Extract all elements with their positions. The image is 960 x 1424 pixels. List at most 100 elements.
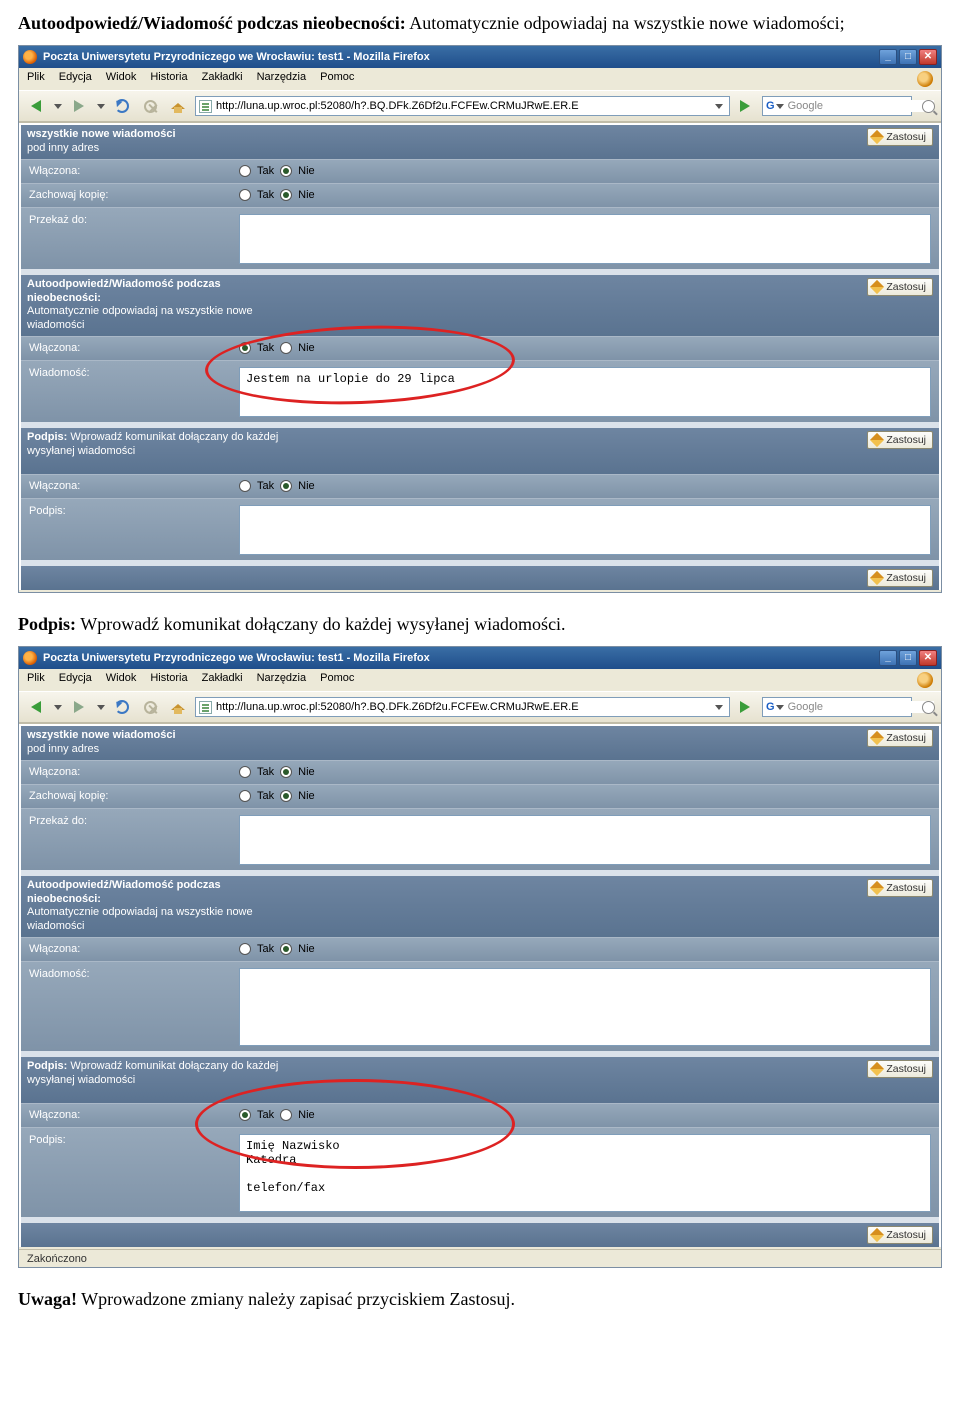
page-icon xyxy=(199,701,212,714)
radio-tak[interactable] xyxy=(239,480,251,492)
search-bar[interactable]: G xyxy=(762,697,912,717)
apply-button[interactable]: Zastosuj xyxy=(867,1226,933,1244)
forward-to-field[interactable] xyxy=(239,214,931,264)
radio-tak[interactable] xyxy=(239,943,251,955)
reload-button[interactable] xyxy=(111,696,133,718)
radio-tak[interactable] xyxy=(239,1109,251,1121)
back-button[interactable] xyxy=(25,696,47,718)
status-text: Zakończono xyxy=(27,1253,87,1265)
forward-enabled-radio[interactable]: Tak Nie xyxy=(239,165,315,177)
radio-nie[interactable] xyxy=(280,1109,292,1121)
menu-edycja[interactable]: Edycja xyxy=(59,71,92,87)
autoreply-enabled-radio[interactable]: Tak Nie xyxy=(239,342,315,354)
signature-field[interactable] xyxy=(239,505,931,555)
pencil-icon xyxy=(870,280,884,294)
signature-line3: telefon/fax xyxy=(246,1181,924,1195)
url-input[interactable] xyxy=(212,100,712,112)
radio-nie[interactable] xyxy=(280,480,292,492)
apply-button[interactable]: Zastosuj xyxy=(867,431,933,449)
address-bar[interactable] xyxy=(195,96,730,116)
forward-title: wszystkie nowe wiadomości xyxy=(27,729,176,743)
radio-nie[interactable] xyxy=(280,943,292,955)
close-button[interactable]: ✕ xyxy=(919,49,937,65)
maximize-button[interactable]: □ xyxy=(899,650,917,666)
stop-icon xyxy=(144,100,157,113)
menu-zakladki[interactable]: Zakładki xyxy=(202,672,243,688)
menu-pomoc[interactable]: Pomoc xyxy=(320,672,354,688)
radio-tak-label: Tak xyxy=(257,790,274,802)
signature-enabled-radio[interactable]: Tak Nie xyxy=(239,1109,315,1121)
stop-button[interactable] xyxy=(139,696,161,718)
menu-plik[interactable]: Plik xyxy=(27,71,45,87)
go-button[interactable] xyxy=(740,701,750,713)
signature-enabled-row: Włączona: Tak Nie xyxy=(21,1103,939,1127)
back-dropdown-icon[interactable] xyxy=(54,104,62,109)
search-engine-dropdown-icon[interactable] xyxy=(776,104,784,109)
apply-button[interactable]: Zastosuj xyxy=(867,1060,933,1078)
home-button[interactable] xyxy=(167,95,189,117)
search-engine-dropdown-icon[interactable] xyxy=(776,705,784,710)
keep-copy-radio[interactable]: Tak Nie xyxy=(239,189,315,201)
search-input[interactable] xyxy=(784,701,934,713)
menu-plik[interactable]: Plik xyxy=(27,672,45,688)
window-titlebar: Poczta Uniwersytetu Przyrodniczego we Wr… xyxy=(19,46,941,68)
autoreply-enabled-radio[interactable]: Tak Nie xyxy=(239,943,315,955)
menu-narzedzia[interactable]: Narzędzia xyxy=(257,672,307,688)
radio-nie[interactable] xyxy=(280,165,292,177)
address-dropdown-icon[interactable] xyxy=(715,705,723,710)
back-dropdown-icon[interactable] xyxy=(54,705,62,710)
apply-button[interactable]: Zastosuj xyxy=(867,128,933,146)
radio-tak[interactable] xyxy=(239,766,251,778)
radio-nie[interactable] xyxy=(280,342,292,354)
menu-widok[interactable]: Widok xyxy=(106,672,137,688)
forward-dropdown-icon[interactable] xyxy=(97,104,105,109)
apply-button[interactable]: Zastosuj xyxy=(867,278,933,296)
back-button[interactable] xyxy=(25,95,47,117)
apply-button[interactable]: Zastosuj xyxy=(867,569,933,587)
magnifier-icon[interactable] xyxy=(922,100,935,113)
radio-tak[interactable] xyxy=(239,165,251,177)
minimize-button[interactable]: _ xyxy=(879,49,897,65)
autoreply-enabled-row: Włączona: Tak Nie xyxy=(21,937,939,961)
address-dropdown-icon[interactable] xyxy=(715,104,723,109)
signature-enabled-radio[interactable]: Tak Nie xyxy=(239,480,315,492)
forward-dropdown-icon[interactable] xyxy=(97,705,105,710)
autoreply-message-field[interactable] xyxy=(239,968,931,1046)
radio-nie[interactable] xyxy=(280,189,292,201)
apply-button[interactable]: Zastosuj xyxy=(867,729,933,747)
radio-tak[interactable] xyxy=(239,342,251,354)
menu-historia[interactable]: Historia xyxy=(150,672,187,688)
menu-narzedzia[interactable]: Narzędzia xyxy=(257,71,307,87)
maximize-button[interactable]: □ xyxy=(899,49,917,65)
url-input[interactable] xyxy=(212,701,712,713)
reload-button[interactable] xyxy=(111,95,133,117)
label-przekaz: Przekaż do: xyxy=(29,214,239,226)
forward-to-field[interactable] xyxy=(239,815,931,865)
menu-widok[interactable]: Widok xyxy=(106,71,137,87)
address-bar[interactable] xyxy=(195,697,730,717)
menu-pomoc[interactable]: Pomoc xyxy=(320,71,354,87)
forward-enabled-radio[interactable]: Tak Nie xyxy=(239,766,315,778)
apply-button[interactable]: Zastosuj xyxy=(867,879,933,897)
footer-apply-row: Zastosuj xyxy=(21,566,939,590)
magnifier-icon[interactable] xyxy=(922,701,935,714)
minimize-button[interactable]: _ xyxy=(879,650,897,666)
autoreply-message-field[interactable]: Jestem na urlopie do 29 lipca xyxy=(239,367,931,417)
close-button[interactable]: ✕ xyxy=(919,650,937,666)
menu-historia[interactable]: Historia xyxy=(150,71,187,87)
search-input[interactable] xyxy=(784,100,934,112)
keep-copy-radio[interactable]: Tak Nie xyxy=(239,790,315,802)
radio-nie[interactable] xyxy=(280,790,292,802)
forward-button[interactable] xyxy=(68,95,90,117)
forward-button[interactable] xyxy=(68,696,90,718)
radio-tak[interactable] xyxy=(239,189,251,201)
radio-tak[interactable] xyxy=(239,790,251,802)
menu-zakladki[interactable]: Zakładki xyxy=(202,71,243,87)
home-button[interactable] xyxy=(167,696,189,718)
stop-button[interactable] xyxy=(139,95,161,117)
menu-edycja[interactable]: Edycja xyxy=(59,672,92,688)
search-bar[interactable]: G xyxy=(762,96,912,116)
radio-nie[interactable] xyxy=(280,766,292,778)
go-button[interactable] xyxy=(740,100,750,112)
signature-field[interactable]: Imię Nazwisko Katedra telefon/fax xyxy=(239,1134,931,1212)
